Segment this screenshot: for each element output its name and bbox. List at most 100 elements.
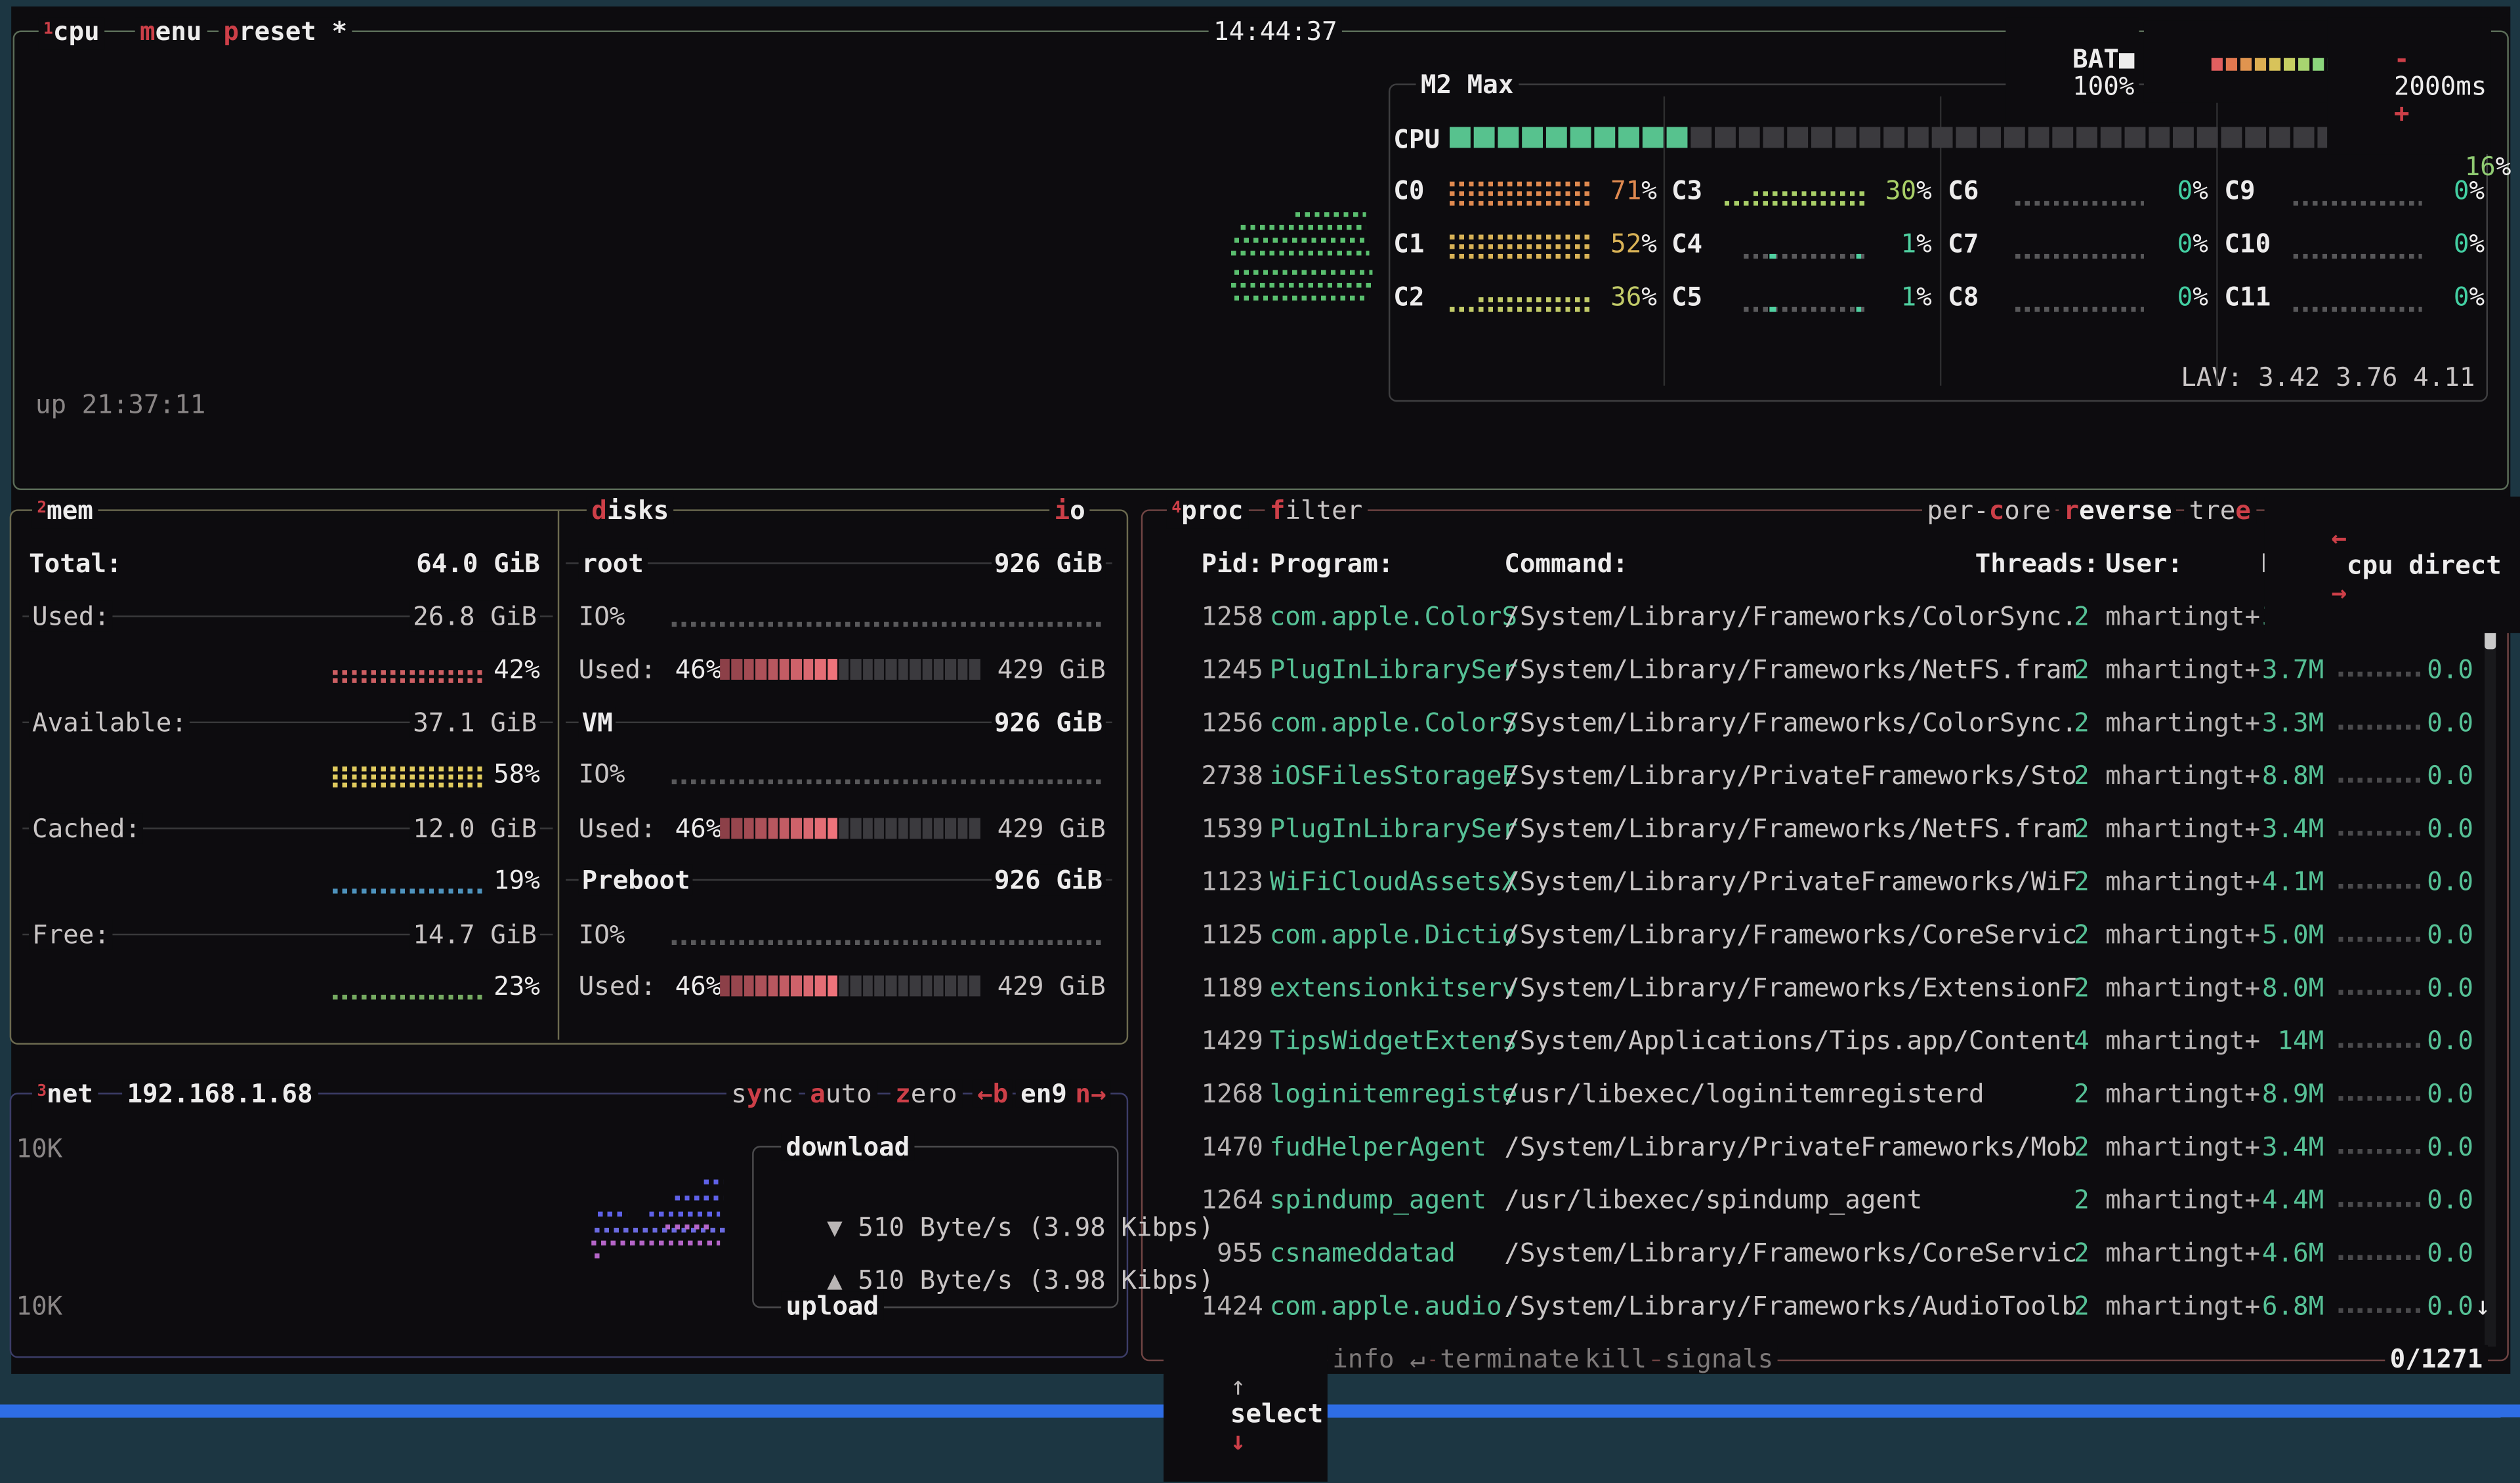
net-sync-toggle[interactable]: sync (726, 1080, 798, 1108)
upload-arrow-icon: ▲ (827, 1264, 843, 1295)
preset-button[interactable]: preset * (219, 18, 352, 45)
cell-pid: 1245 (1199, 656, 1263, 683)
cell-user: mhartingt+ (2105, 602, 2260, 630)
net-box-title[interactable]: 3net (32, 1080, 98, 1112)
proc-tree-toggle[interactable]: tree (2184, 497, 2256, 524)
interval-value: 2000ms (2394, 71, 2487, 102)
cell-mem: 4.6M (2247, 1239, 2324, 1266)
core-percent: 1% (1839, 230, 1932, 257)
proc-sort-selector[interactable]: ← cpu direct → (2265, 497, 2520, 633)
disks-box-title[interactable]: disks (587, 497, 674, 524)
battery-block (2312, 58, 2323, 71)
proc-info-button[interactable]: info ↵ (1328, 1345, 1430, 1373)
proc-signals-button[interactable]: signals (1660, 1345, 1778, 1373)
cell-cpu: 0.0 (2419, 867, 2473, 895)
btop-screen: 1cpu menu preset * 14:44:37 BAT■ 100% - … (0, 0, 2520, 1417)
cell-user: mhartingt+ (2105, 921, 2260, 948)
scroll-down-icon[interactable]: ↓ (2475, 1292, 2490, 1320)
cell-cpu: 0.0 (2419, 1292, 2473, 1320)
cell-mem: 3.7M (2247, 656, 2324, 683)
proc-box-title[interactable]: 4proc (1167, 497, 1248, 529)
core-percent: 1% (1839, 283, 1932, 310)
cell-cpu: 0.0 (2419, 762, 2473, 789)
cell-program: iOSFilesStorageE (1270, 762, 1517, 789)
core-percent: 36% (1564, 283, 1657, 310)
cell-program: loginitemregiste (1270, 1080, 1517, 1108)
core-percent: 71% (1564, 177, 1657, 204)
cpu-meter-block (1787, 127, 1808, 148)
cell-program: com.apple.audio. (1270, 1292, 1517, 1320)
cpu-meter-block (1883, 127, 1904, 148)
cell-command: /System/Library/Frameworks/AudioToolb (1504, 1292, 2077, 1320)
cell-pid: 1125 (1199, 921, 1263, 948)
mem-stat-label: Cached: (29, 815, 144, 843)
mem-disks-divider (558, 511, 559, 1040)
net-prev-interface[interactable]: ←b (973, 1080, 1013, 1108)
cpu-meter-block (1859, 127, 1880, 148)
proc-reverse-toggle[interactable]: reverse (2059, 497, 2177, 524)
cell-cpu: 0.0 (2419, 1186, 2473, 1213)
load-average: LAV: 3.42 3.76 4.11 (2097, 336, 2475, 418)
mem-stat-label: Used: (29, 602, 113, 630)
column-header-command[interactable]: Command: (1504, 550, 1628, 577)
cpu-total-meter (1450, 127, 2410, 148)
mem-total-label: Total: (29, 550, 122, 577)
cpu-leader-dots (2338, 778, 2422, 782)
cell-pid: 1429 (1199, 1027, 1263, 1055)
cpu-leader-dots (2338, 1149, 2422, 1154)
net-auto-toggle[interactable]: auto (805, 1080, 877, 1108)
proc-select-control[interactable]: ↑ select ↓ (1164, 1345, 1328, 1482)
cell-program: PlugInLibrarySer (1270, 815, 1517, 843)
net-ip-address: 192.168.1.68 (122, 1080, 318, 1108)
interval-plus-button[interactable]: + (2394, 98, 2410, 129)
up-arrow-icon[interactable]: ↑ (1230, 1371, 1246, 1402)
proc-scrollbar-track[interactable] (2485, 582, 2496, 1347)
net-zero-toggle[interactable]: zero (891, 1080, 962, 1108)
cell-cpu: 0.0 (2419, 1080, 2473, 1108)
cell-cpu: 0.0 (2419, 1239, 2473, 1266)
battery-label: BAT (2072, 43, 2119, 74)
sort-right-arrow-icon[interactable]: → (2331, 577, 2347, 608)
proc-filter-button[interactable]: filter (1265, 497, 1367, 524)
interval-minus-button[interactable]: - (2394, 43, 2410, 74)
cell-mem: 5.0M (2247, 921, 2324, 948)
cell-cpu: 0.0 (2419, 709, 2473, 736)
cell-mem: 8.0M (2247, 974, 2324, 1001)
cpu-leader-dots (2338, 1308, 2422, 1312)
mem-box-title[interactable]: 2mem (32, 497, 98, 529)
cell-threads: 2 (2051, 921, 2090, 948)
cpu-leader-dots (2338, 1043, 2422, 1047)
battery-block (2240, 58, 2251, 71)
column-header-user[interactable]: User: (2105, 550, 2183, 577)
battery-meter (2144, 21, 2357, 103)
proc-kill-button[interactable]: kill (1580, 1345, 1651, 1373)
column-header-threads[interactable]: Threads: (1970, 550, 2099, 577)
enter-key-icon: ↵ (1410, 1343, 1425, 1374)
cpu-box-title[interactable]: 1cpu (39, 18, 104, 50)
disk-name: root (579, 550, 647, 577)
down-arrow-icon[interactable]: ↓ (1230, 1425, 1246, 1456)
core-percent: 30% (1839, 177, 1932, 204)
core-percent: 0% (2391, 283, 2485, 310)
battery-block (2211, 58, 2222, 71)
cell-user: mhartingt+ (2105, 1186, 2260, 1213)
cpu-meter-block (1763, 127, 1784, 148)
column-header-program[interactable]: Program: (1270, 550, 1394, 577)
cpu-leader-dots (2338, 724, 2422, 729)
proc-terminate-button[interactable]: terminate (1435, 1345, 1584, 1373)
sort-left-arrow-icon[interactable]: ← (2331, 522, 2347, 553)
battery-block (2254, 58, 2265, 71)
core-label: C0 (1393, 177, 1424, 204)
uptime-label: up 21:37:11 (35, 390, 206, 418)
cell-user: mhartingt+ (2105, 656, 2260, 683)
cell-threads: 2 (2051, 815, 2090, 843)
menu-button[interactable]: menu (135, 18, 207, 45)
net-next-interface[interactable]: n→ (1070, 1080, 1111, 1108)
core-percent: 0% (2391, 177, 2485, 204)
cpu-meter-block (1811, 127, 1832, 148)
io-toggle[interactable]: io (1049, 497, 1090, 524)
cpu-model-title: M2 Max (1416, 71, 1519, 98)
proc-per-core-toggle[interactable]: per-core (1922, 497, 2055, 524)
column-header-pid[interactable]: Pid: (1199, 550, 1263, 577)
cell-program: WiFiCloudAssetsX (1270, 867, 1517, 895)
